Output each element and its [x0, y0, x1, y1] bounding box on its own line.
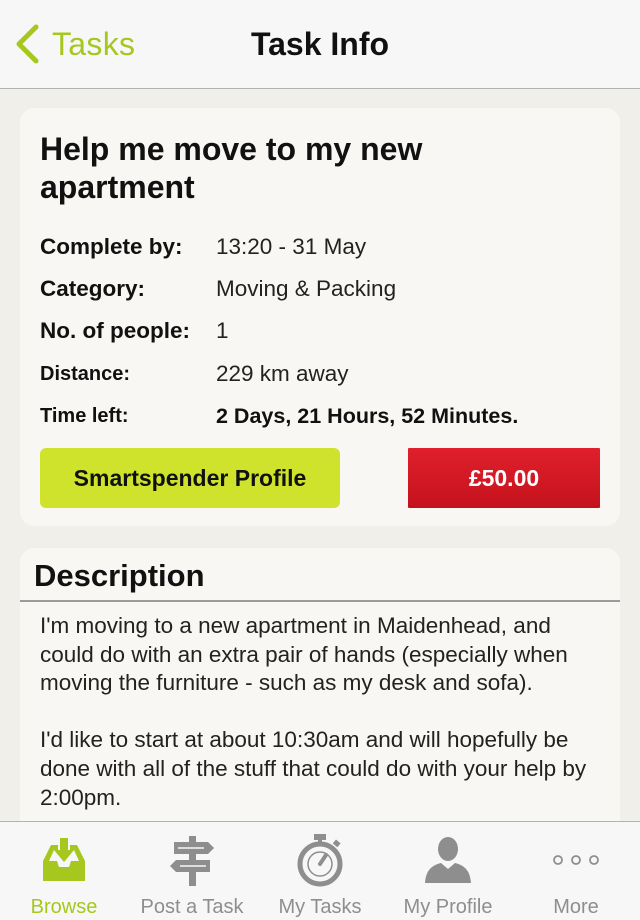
tab-post-a-task[interactable]: Post a Task — [128, 822, 256, 920]
category-label: Category: — [40, 276, 146, 301]
tab-browse-label: Browse — [30, 896, 98, 918]
price-button[interactable]: £50.00 — [408, 448, 600, 508]
inbox-download-icon — [0, 832, 128, 888]
person-icon — [384, 832, 512, 888]
navigation-bar: Tasks Task Info — [0, 0, 640, 89]
tab-browse[interactable]: Browse — [0, 822, 128, 920]
description-header: Description — [34, 558, 205, 593]
more-dots-icon — [512, 832, 640, 888]
complete-by-value: 13:20 - 31 May — [216, 234, 367, 259]
people-row: No. of people: 1 — [40, 316, 610, 346]
tab-my-tasks[interactable]: My Tasks — [256, 822, 384, 920]
category-row: Category: Moving & Packing — [40, 274, 610, 304]
description-text: I'm moving to a new apartment in Maidenh… — [40, 613, 587, 810]
category-value: Moving & Packing — [216, 276, 397, 301]
tab-my-profile[interactable]: My Profile — [384, 822, 512, 920]
signpost-icon — [128, 832, 256, 888]
smartspender-profile-button[interactable]: Smartspender Profile — [40, 448, 340, 508]
tab-more[interactable]: More — [512, 822, 640, 920]
description-divider — [20, 600, 620, 602]
distance-value: 229 km away — [216, 361, 349, 386]
tab-bar: Browse Post a Task My Tasks My Profile M… — [0, 821, 640, 920]
tab-post-a-task-label: Post a Task — [140, 896, 244, 918]
distance-row: Distance: 229 km away — [40, 359, 610, 389]
stopwatch-icon — [256, 832, 384, 888]
task-title: Help me move to my new apartment — [40, 131, 423, 205]
task-summary-card: Help me move to my new apartment Complet… — [20, 108, 620, 526]
people-label: No. of people: — [40, 318, 190, 343]
people-value: 1 — [216, 318, 229, 343]
page-title: Task Info — [250, 26, 390, 62]
complete-by-label: Complete by: — [40, 234, 183, 259]
description-card: Description I'm moving to a new apartmen… — [20, 548, 620, 821]
task-info-content[interactable]: Help me move to my new apartment Complet… — [0, 90, 640, 821]
time-left-label: Time left: — [40, 405, 129, 427]
distance-label: Distance: — [40, 363, 131, 385]
tab-my-profile-label: My Profile — [403, 896, 493, 918]
tab-my-tasks-label: My Tasks — [278, 896, 362, 918]
complete-by-row: Complete by: 13:20 - 31 May — [40, 232, 610, 262]
time-left-value: 2 Days, 21 Hours, 52 Minutes. — [216, 404, 519, 428]
tab-more-label: More — [553, 896, 599, 918]
time-left-row: Time left: 2 Days, 21 Hours, 52 Minutes. — [40, 401, 610, 431]
